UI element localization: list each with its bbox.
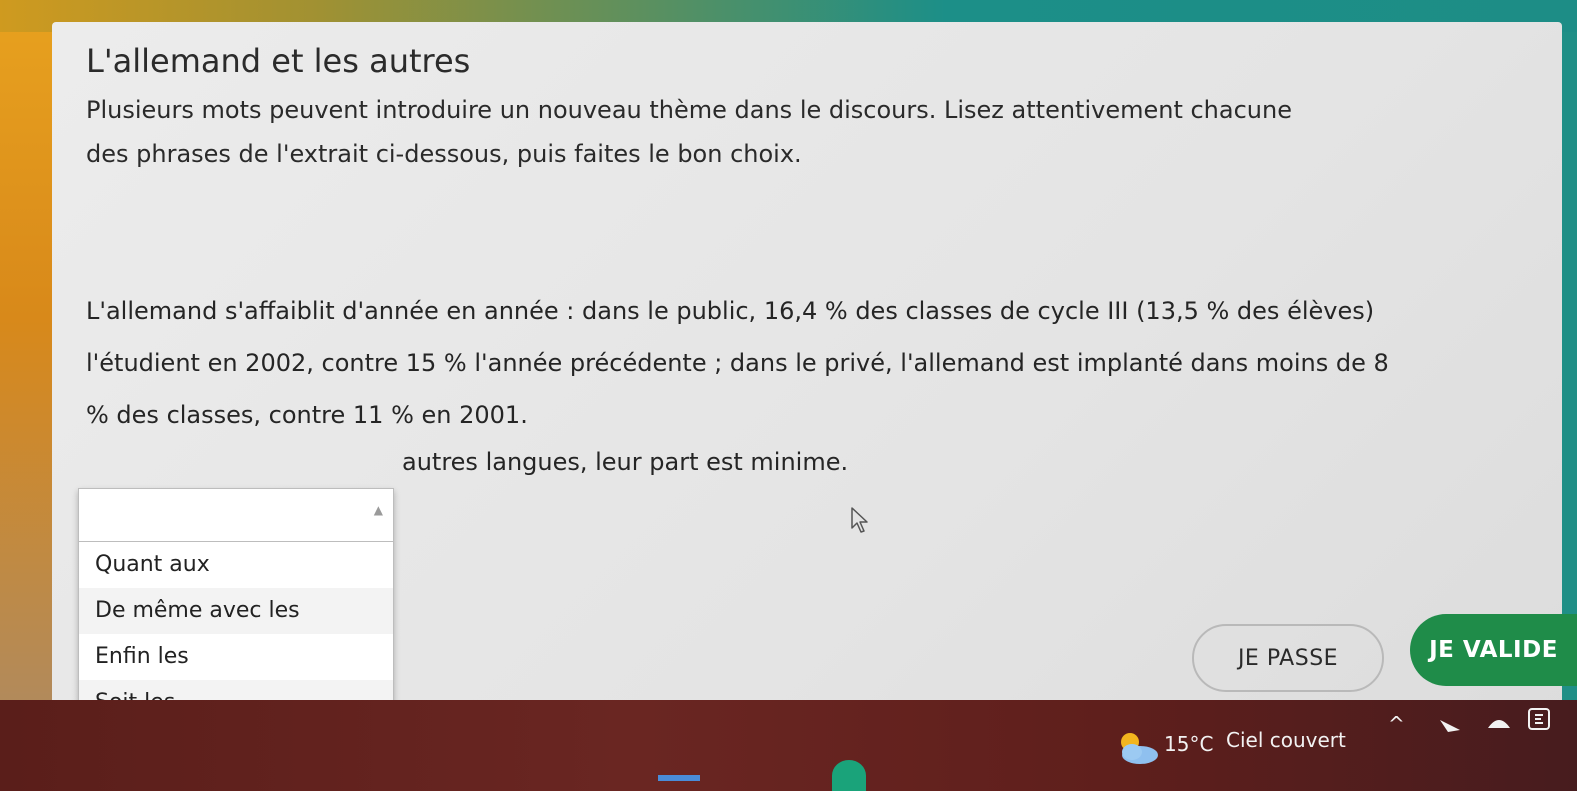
dropdown-selected-value[interactable]: ▲ — [79, 489, 393, 542]
caret-up-icon: ▲ — [373, 503, 383, 517]
skip-button[interactable]: JE PASSE — [1192, 624, 1384, 692]
dropdown-option-de-meme[interactable]: De même avec les — [79, 588, 393, 634]
weather-temperature[interactable]: 15°C — [1164, 732, 1213, 756]
weather-description[interactable]: Ciel couvert — [1226, 728, 1346, 752]
answer-dropdown[interactable]: ▲ Quant aux De même avec les Enfin les S… — [78, 488, 394, 727]
volume-icon[interactable] — [1486, 712, 1512, 732]
passage-line: L'allemand s'affaiblit d'année en année … — [86, 297, 1375, 325]
instructions-line: Plusieurs mots peuvent introduire un nou… — [86, 96, 1292, 124]
keyboard-layout-icon[interactable] — [1526, 706, 1552, 732]
taskbar-app-icon[interactable] — [832, 760, 866, 791]
cloudy-weather-icon[interactable] — [1112, 728, 1162, 768]
passage-line: % des classes, contre 11 % en 2001. — [86, 401, 528, 429]
exercise-instructions: Plusieurs mots peuvent introduire un nou… — [86, 88, 1546, 176]
validate-button[interactable]: JE VALIDE — [1410, 614, 1577, 686]
chevron-up-icon[interactable]: ^ — [1388, 712, 1405, 736]
passage-line: l'étudient en 2002, contre 15 % l'année … — [86, 349, 1389, 377]
exercise-passage: L'allemand s'affaiblit d'année en année … — [86, 285, 1546, 441]
mouse-cursor-icon — [851, 507, 868, 533]
taskbar-app-indicator[interactable] — [658, 775, 700, 781]
network-icon[interactable] — [1438, 716, 1462, 734]
instructions-line: des phrases de l'extrait ci-dessous, pui… — [86, 140, 802, 168]
sentence-after-blank: autres langues, leur part est minime. — [402, 448, 849, 476]
dropdown-option-enfin[interactable]: Enfin les — [79, 634, 393, 680]
exercise-title: L'allemand et les autres — [86, 42, 471, 80]
dropdown-option-quant-aux[interactable]: Quant aux — [79, 542, 393, 588]
